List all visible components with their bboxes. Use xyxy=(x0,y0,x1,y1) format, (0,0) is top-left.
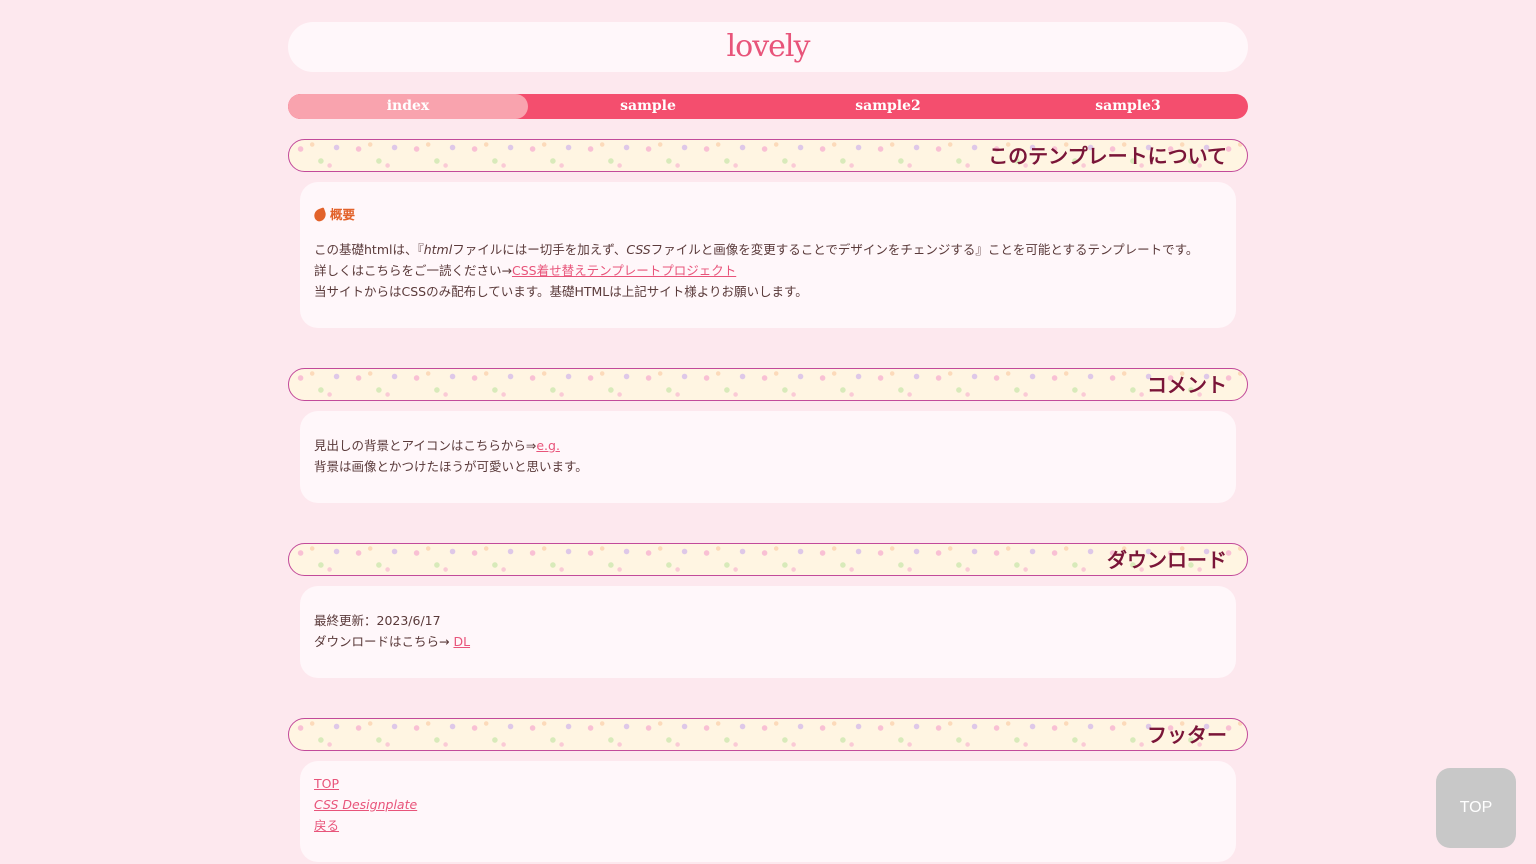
about-text-1b: ファイルにはー切手を加えず、 xyxy=(452,242,627,257)
page-container: lovely index sample sample2 sample3 このテン… xyxy=(288,22,1248,862)
about-text-1a: この基礎htmlは、『 xyxy=(314,242,424,257)
about-text-2: 詳しくはこちらをご一読ください→ xyxy=(314,263,512,278)
section-about: このテンプレートについて 概要 この基礎htmlは、『htmlファイルにはー切手… xyxy=(288,139,1248,328)
nav-item-sample2[interactable]: sample2 xyxy=(768,94,1008,119)
last-updated: 最終更新：2023/6/17 xyxy=(314,613,441,628)
about-paragraph-1: この基礎htmlは、『htmlファイルにはー切手を加えず、CSSファイルと画像を… xyxy=(314,239,1222,260)
site-header: lovely xyxy=(288,22,1248,72)
section-box-comment: 見出しの背景とアイコンはこちらから⇒e.g. 背景は画像とかつけたほうが可愛いと… xyxy=(300,411,1236,503)
footer-link-back[interactable]: 戻る xyxy=(314,818,339,833)
site-title[interactable]: lovely xyxy=(727,32,811,62)
section-footer: フッター TOP CSS Designplate 戻る xyxy=(288,718,1248,862)
download-link[interactable]: DL xyxy=(453,634,470,649)
section-heading-about: このテンプレートについて xyxy=(988,143,1227,168)
download-text: ダウンロードはこちら→ xyxy=(314,634,454,649)
section-heading-bar: フッター xyxy=(288,718,1248,751)
section-comment: コメント 見出しの背景とアイコンはこちらから⇒e.g. 背景は画像とかつけたほう… xyxy=(288,368,1248,503)
main-nav: index sample sample2 sample3 xyxy=(288,94,1248,119)
comment-paragraph-2: 背景は画像とかつけたほうが可愛いと思います。 xyxy=(314,459,588,474)
footer-link-designplate[interactable]: CSS Designplate xyxy=(314,797,417,812)
section-box-download: 最終更新：2023/6/17 ダウンロードはこちら→ DL xyxy=(300,586,1236,678)
section-box-footer: TOP CSS Designplate 戻る xyxy=(300,761,1236,862)
leaf-icon xyxy=(312,206,328,223)
css-project-link[interactable]: CSS着せ替えテンプレートプロジェクト xyxy=(512,263,736,278)
footer-link-item: 戻る xyxy=(314,815,1222,836)
footer-link-top[interactable]: TOP xyxy=(314,776,339,791)
about-paragraph-3: 当サイトからはCSSのみ配布しています。基礎HTMLは上記サイト様よりお願いしま… xyxy=(314,284,808,299)
section-heading-footer: フッター xyxy=(1147,722,1227,747)
nav-item-sample3[interactable]: sample3 xyxy=(1008,94,1248,119)
comment-text-1: 見出しの背景とアイコンはこちらから⇒ xyxy=(314,438,537,453)
about-text-css: CSS xyxy=(626,242,651,257)
section-heading-download: ダウンロード xyxy=(1107,547,1227,572)
section-heading-bar: コメント xyxy=(288,368,1248,401)
section-box-about: 概要 この基礎htmlは、『htmlファイルにはー切手を加えず、CSSファイルと… xyxy=(300,182,1236,328)
example-link[interactable]: e.g. xyxy=(536,438,560,453)
about-text-html: html xyxy=(423,242,453,257)
section-heading-comment: コメント xyxy=(1147,372,1227,397)
nav-item-sample[interactable]: sample xyxy=(528,94,768,119)
section-download: ダウンロード 最終更新：2023/6/17 ダウンロードはこちら→ DL xyxy=(288,543,1248,678)
footer-link-item: CSS Designplate xyxy=(314,794,1222,815)
subhead-overview: 概要 xyxy=(312,204,1222,225)
nav-item-index[interactable]: index xyxy=(288,94,528,119)
back-to-top-button[interactable]: TOP xyxy=(1436,768,1516,848)
about-paragraph-2: 詳しくはこちらをご一読ください→CSS着せ替えテンプレートプロジェクト xyxy=(314,260,1222,281)
section-heading-bar: ダウンロード xyxy=(288,543,1248,576)
comment-paragraph-1: 見出しの背景とアイコンはこちらから⇒e.g. xyxy=(314,435,1222,456)
download-paragraph: ダウンロードはこちら→ DL xyxy=(314,631,1222,652)
subhead-overview-label: 概要 xyxy=(330,207,356,222)
about-text-1c: ファイルと画像を変更することでデザインをチェンジする』ことを可能とするテンプレー… xyxy=(650,242,1199,257)
footer-link-item: TOP xyxy=(314,773,1222,794)
section-heading-bar: このテンプレートについて xyxy=(288,139,1248,172)
